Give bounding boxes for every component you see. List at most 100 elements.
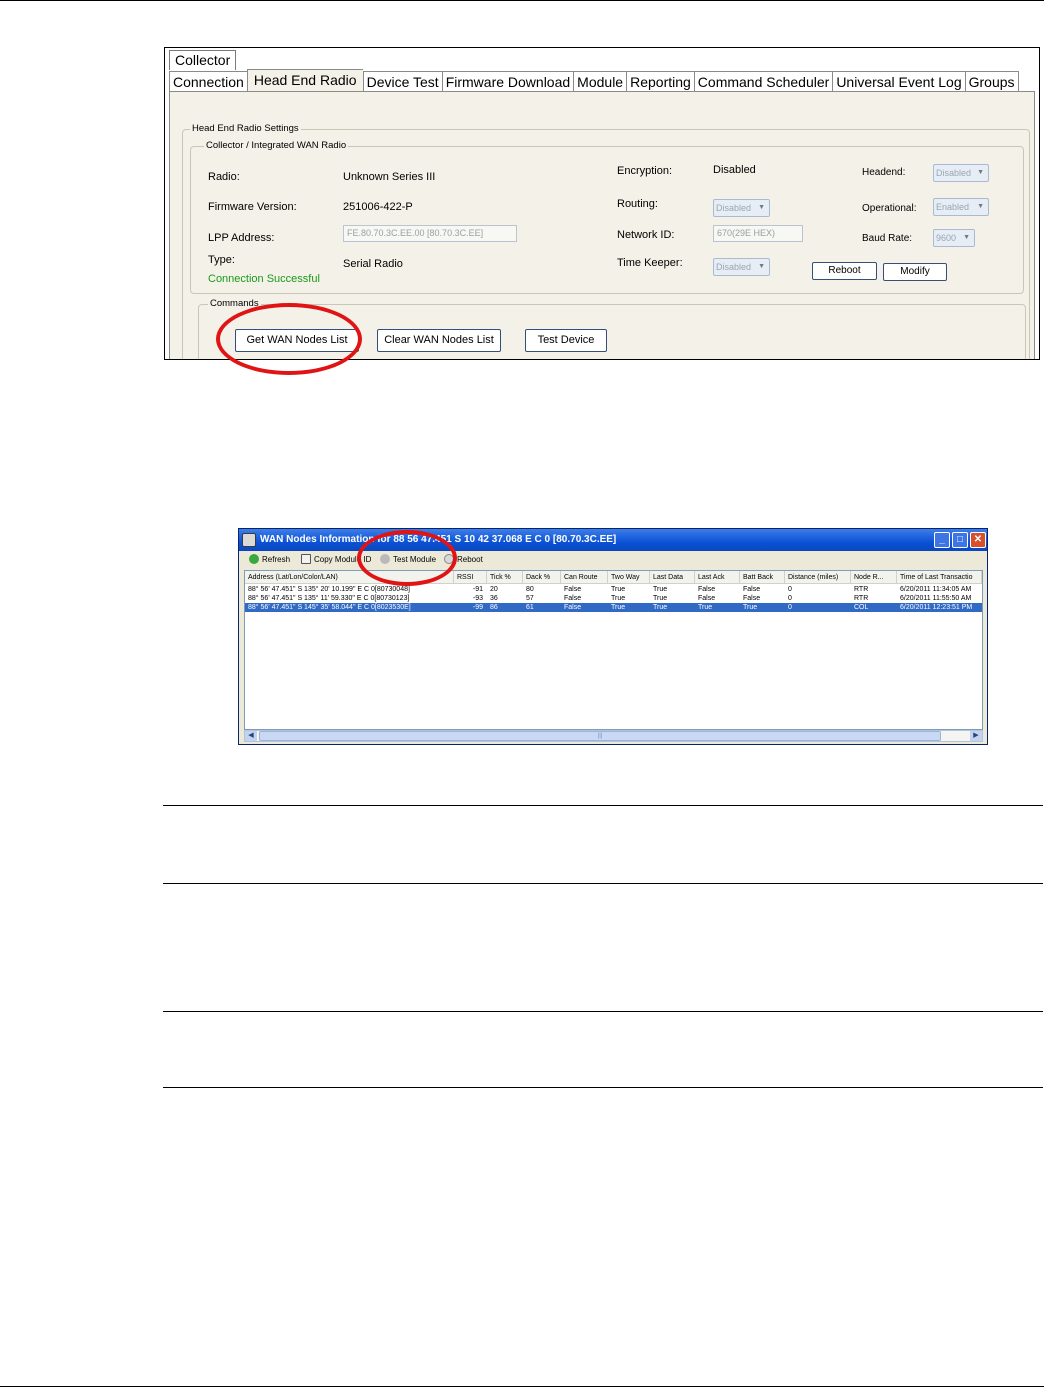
column-header-tick[interactable]: Tick % bbox=[487, 571, 523, 584]
section-rule bbox=[163, 883, 1043, 884]
column-header-dack[interactable]: Dack % bbox=[523, 571, 561, 584]
integrated-wan-radio-title: Collector / Integrated WAN Radio bbox=[204, 140, 349, 151]
tab-command-scheduler[interactable]: Command Scheduler bbox=[693, 71, 833, 92]
network-id-label: Network ID: bbox=[617, 229, 675, 241]
cell-address: 88° 56' 47.451" S 135° 11' 59.330" E C 0… bbox=[248, 595, 410, 602]
operational-dropdown[interactable]: Enabled ▼ bbox=[933, 198, 989, 216]
operational-dropdown-value: Enabled bbox=[936, 202, 970, 212]
column-header-last-ack[interactable]: Last Ack bbox=[695, 571, 740, 584]
horizontal-scrollbar[interactable]: ◀ ||| ▶ bbox=[244, 730, 983, 742]
cell-dack: 80 bbox=[526, 586, 534, 593]
radio-label: Radio: bbox=[208, 171, 240, 183]
column-header-node-role[interactable]: Node R... bbox=[851, 571, 897, 584]
tab-bar: Connection Head End Radio Device Test Fi… bbox=[169, 69, 1019, 92]
cell-tick: 20 bbox=[490, 586, 498, 593]
cell-last-ack: False bbox=[698, 595, 716, 602]
cell-last-ack: True bbox=[698, 604, 713, 611]
highlight-circle-get-wan bbox=[216, 303, 362, 375]
baud-rate-dropdown[interactable]: 9600 ▼ bbox=[933, 229, 975, 247]
scroll-right-icon[interactable]: ▶ bbox=[970, 731, 982, 741]
page-bottom-rule bbox=[0, 1386, 1044, 1387]
minimize-icon[interactable]: _ bbox=[934, 532, 950, 548]
cell-can-route: False bbox=[564, 604, 582, 611]
cell-distance: 0 bbox=[788, 586, 792, 593]
cell-can-route: False bbox=[564, 595, 582, 602]
baud-rate-label: Baud Rate: bbox=[862, 233, 913, 244]
time-keeper-dropdown[interactable]: Disabled ▼ bbox=[713, 258, 770, 276]
toolbar: Refresh Copy Module ID Test Module Reboo… bbox=[239, 551, 987, 569]
routing-dropdown-value: Disabled bbox=[716, 203, 752, 213]
table-row[interactable]: 88° 56' 47.451" S 135° 20' 10.199" E C 0… bbox=[245, 585, 982, 594]
reboot-button[interactable]: Reboot bbox=[812, 262, 877, 280]
cell-tick: 86 bbox=[490, 604, 498, 611]
column-header-two-way[interactable]: Two Way bbox=[608, 571, 650, 584]
tab-head-end-radio[interactable]: Head End Radio bbox=[246, 69, 363, 91]
time-keeper-dropdown-value: Disabled bbox=[716, 262, 752, 272]
tab-groups[interactable]: Groups bbox=[964, 71, 1019, 92]
column-header-batt-back[interactable]: Batt Back bbox=[740, 571, 785, 584]
close-icon[interactable]: ✕ bbox=[970, 532, 986, 548]
section-rule bbox=[163, 805, 1043, 806]
cell-two-way: True bbox=[611, 586, 626, 593]
clear-wan-nodes-list-button[interactable]: Clear WAN Nodes List bbox=[377, 329, 501, 352]
highlight-circle-test-module bbox=[357, 530, 457, 586]
test-device-button[interactable]: Test Device bbox=[525, 329, 607, 352]
refresh-icon bbox=[249, 554, 259, 564]
cell-node-role: RTR bbox=[854, 586, 869, 593]
type-label: Type: bbox=[208, 254, 235, 266]
section-rule bbox=[163, 1087, 1043, 1088]
cell-batt-back: True bbox=[743, 604, 758, 611]
cell-last-data: True bbox=[653, 604, 668, 611]
network-id-field[interactable]: 670(29E HEX) bbox=[713, 225, 803, 242]
column-header-can-route[interactable]: Can Route bbox=[561, 571, 608, 584]
collector-tab[interactable]: Collector bbox=[169, 50, 237, 70]
tab-universal-event-log[interactable]: Universal Event Log bbox=[832, 71, 965, 92]
firmware-version-value: 251006-422-P bbox=[343, 201, 413, 213]
scrollbar-thumb[interactable]: ||| bbox=[259, 731, 941, 741]
cell-rssi: -91 bbox=[472, 586, 483, 593]
tab-reporting[interactable]: Reporting bbox=[626, 71, 694, 92]
column-header-distance[interactable]: Distance (miles) bbox=[785, 571, 851, 584]
cell-distance: 0 bbox=[788, 604, 792, 611]
cell-last-data: True bbox=[653, 595, 668, 602]
scroll-left-icon[interactable]: ◀ bbox=[245, 731, 257, 741]
cell-two-way: True bbox=[611, 595, 626, 602]
type-value: Serial Radio bbox=[343, 258, 403, 270]
column-header-last-data[interactable]: Last Data bbox=[650, 571, 695, 584]
column-header-rssi[interactable]: RSSI bbox=[454, 571, 487, 584]
dropdown-arrow-icon: ▼ bbox=[977, 169, 984, 176]
dropdown-arrow-icon: ▼ bbox=[758, 204, 765, 211]
tab-module[interactable]: Module bbox=[573, 71, 627, 92]
window-titlebar: WAN Nodes Information for 88 56 47.451 S… bbox=[239, 529, 987, 551]
tab-device-test[interactable]: Device Test bbox=[362, 71, 442, 92]
tab-connection[interactable]: Connection bbox=[169, 71, 247, 92]
time-keeper-label: Time Keeper: bbox=[617, 257, 683, 269]
wan-nodes-window-screenshot: WAN Nodes Information for 88 56 47.451 S… bbox=[238, 528, 988, 745]
dropdown-arrow-icon: ▼ bbox=[963, 234, 970, 241]
cell-address: 88° 56' 47.451" S 145° 35' 58.044" E C 0… bbox=[248, 604, 411, 611]
encryption-label: Encryption: bbox=[617, 165, 673, 177]
cell-node-role: COL bbox=[854, 604, 869, 611]
lpp-address-field[interactable]: FE.80.70.3C.EE.00 [80.70.3C.EE] bbox=[343, 225, 517, 242]
cell-rssi: -99 bbox=[472, 604, 483, 611]
cell-last-data: True bbox=[653, 586, 668, 593]
routing-dropdown[interactable]: Disabled ▼ bbox=[713, 199, 770, 217]
headend-dropdown[interactable]: Disabled ▼ bbox=[933, 164, 989, 182]
operational-label: Operational: bbox=[862, 203, 917, 214]
connection-status: Connection Successful bbox=[208, 273, 320, 285]
table-row[interactable]: 88° 56' 47.451" S 135° 11' 59.330" E C 0… bbox=[245, 594, 982, 603]
page-top-rule bbox=[0, 0, 1044, 1]
routing-label: Routing: bbox=[617, 198, 658, 210]
app-icon bbox=[242, 533, 256, 547]
cell-tick: 36 bbox=[490, 595, 498, 602]
refresh-button[interactable]: Refresh bbox=[249, 553, 290, 567]
reboot-toolbar-label: Reboot bbox=[457, 555, 483, 564]
tab-firmware-download[interactable]: Firmware Download bbox=[441, 71, 574, 92]
encryption-value: Disabled bbox=[713, 164, 756, 176]
cell-time: 6/20/2011 11:55:50 AM bbox=[900, 595, 972, 602]
baud-rate-dropdown-value: 9600 bbox=[936, 233, 957, 243]
maximize-icon[interactable]: □ bbox=[952, 532, 968, 548]
table-row-selected[interactable]: 88° 56' 47.451" S 145° 35' 58.044" E C 0… bbox=[245, 603, 982, 612]
column-header-time-last-transaction[interactable]: Time of Last Transactio bbox=[897, 571, 982, 584]
modify-button[interactable]: Modify bbox=[883, 263, 947, 281]
